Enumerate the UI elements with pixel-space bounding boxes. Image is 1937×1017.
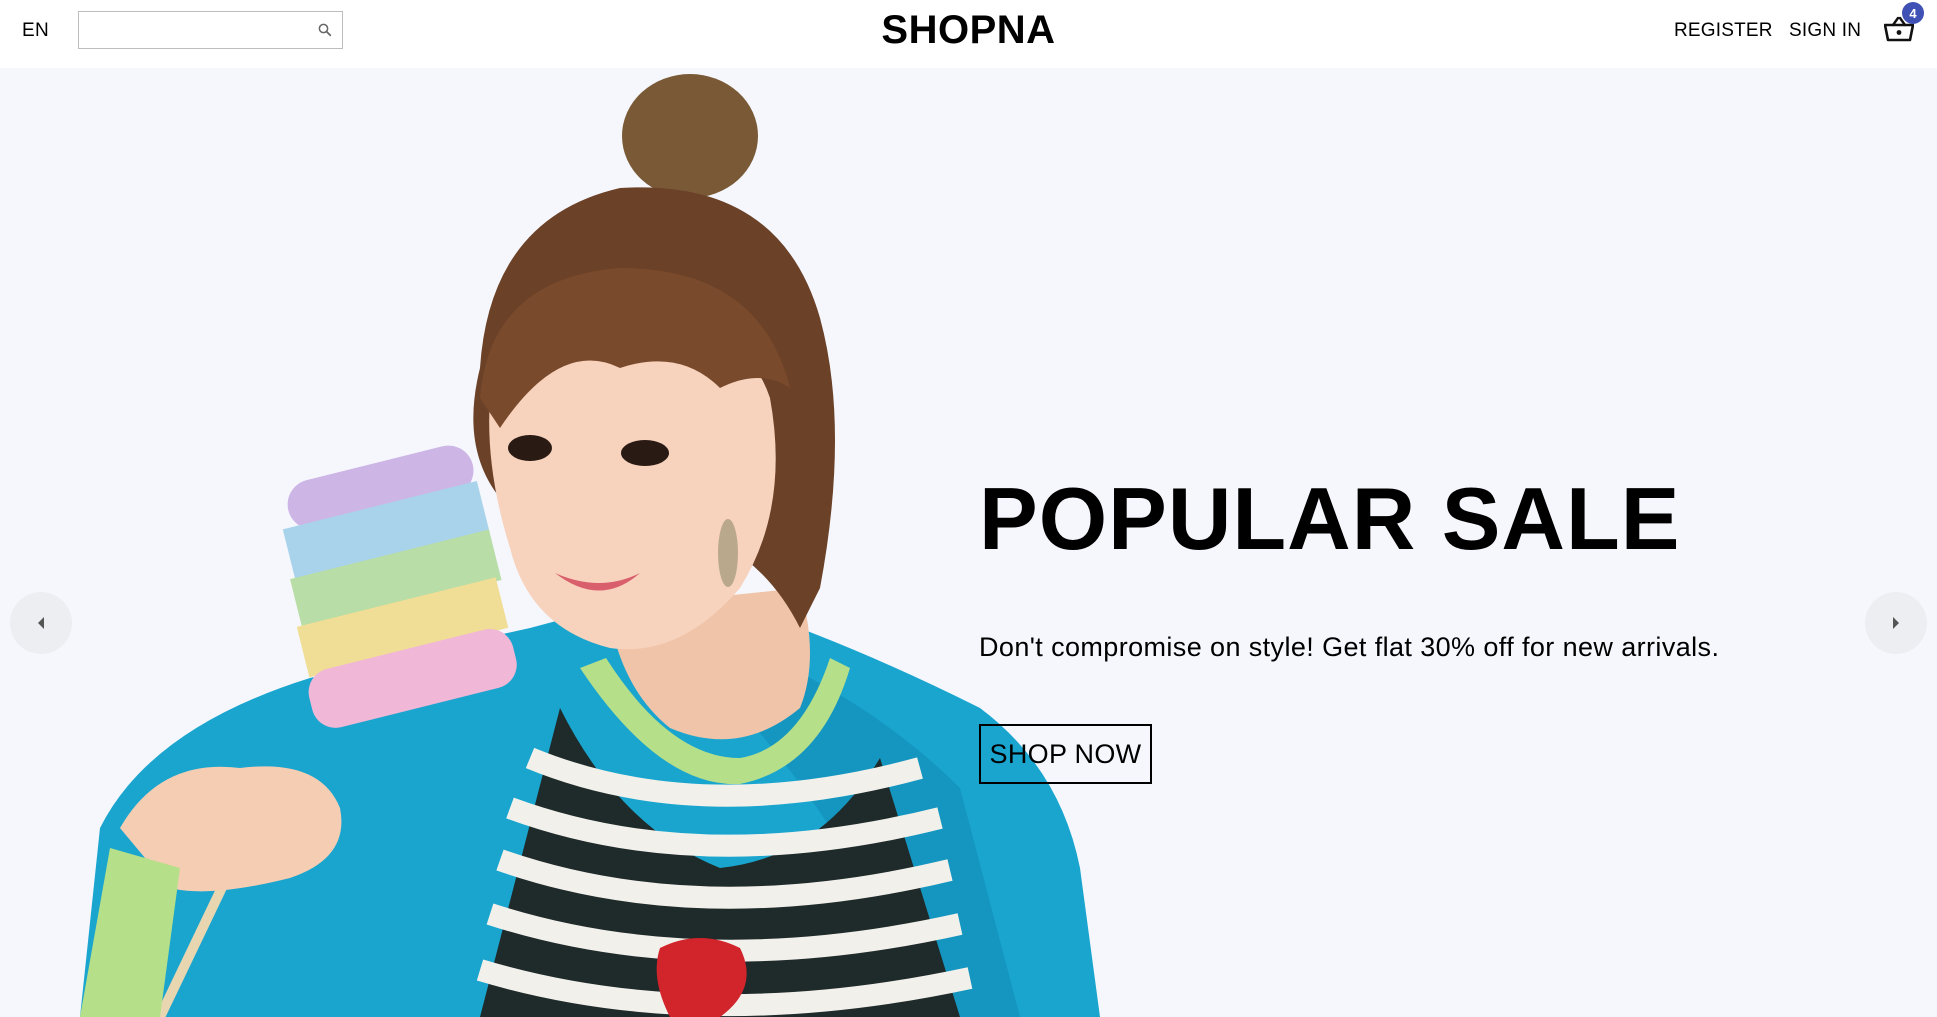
slider-prev-button[interactable] <box>10 592 72 654</box>
cart-button[interactable]: 4 <box>1884 2 1924 46</box>
register-link[interactable]: REGISTER <box>1674 20 1773 42</box>
search-icon[interactable] <box>316 21 334 39</box>
slide-title: POPULAR SALE <box>979 469 1681 568</box>
slider-next-button[interactable] <box>1865 592 1927 654</box>
slide-description: Don't compromise on style! Get flat 30% … <box>979 632 1720 662</box>
search-container <box>78 11 343 49</box>
search-input[interactable] <box>79 12 304 48</box>
navbar: EN SHOPNA REGISTER SIGN IN 4 <box>0 0 1937 68</box>
language-label: EN <box>22 20 49 41</box>
hero-slider: POPULAR SALE Don't compromise on style! … <box>0 68 1937 1017</box>
sign-in-link[interactable]: SIGN IN <box>1789 20 1861 42</box>
arrow-left-icon <box>38 617 44 629</box>
cart-count-badge: 4 <box>1902 2 1924 24</box>
arrow-right-icon <box>1893 617 1899 629</box>
hero-image <box>80 74 1100 1017</box>
shop-now-button[interactable]: SHOP NOW <box>979 724 1152 784</box>
site-logo[interactable]: SHOPNA <box>881 8 1055 53</box>
